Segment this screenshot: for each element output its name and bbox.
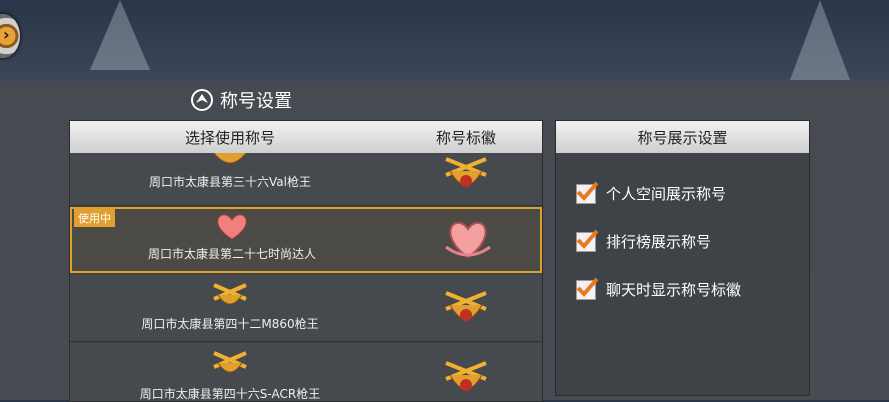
checkmark-icon — [576, 181, 599, 201]
title-row-active[interactable]: 使用中 周口市太康县第二十七时尚达人 — [70, 207, 542, 273]
option-label: 个人空间展示称号 — [606, 185, 727, 203]
crossed-guns-medal-icon — [445, 291, 487, 321]
title-list-panel: 选择使用称号 称号标徽 周口市太康县第三十六Val枪王 使用中 周口市太康县第二… — [69, 120, 543, 402]
title-name: 周口市太康县第四十二M860枪王 — [141, 317, 319, 331]
display-settings-panel: 称号展示设置 个人空间展示称号 排行榜展示称号 聊天时显示称号标徽 — [555, 120, 810, 396]
tree-silhouette — [90, 0, 150, 70]
title-row[interactable]: 周口市太康县第三十六Val枪王 — [70, 153, 542, 206]
heart-medal-icon — [445, 221, 491, 259]
emblem-icon — [191, 89, 213, 111]
title-row[interactable]: 周口市太康县第四十六S-ACR枪王 — [70, 343, 542, 401]
in-use-badge: 使用中 — [74, 209, 115, 227]
option-profile-title[interactable]: 个人空间展示称号 — [576, 181, 727, 204]
col-badge-header: 称号标徽 — [435, 128, 496, 147]
display-settings-header: 称号展示设置 — [556, 121, 809, 153]
crossed-guns-medal-icon — [213, 153, 247, 164]
crossed-guns-medal-icon — [445, 157, 487, 187]
option-chat-badge[interactable]: 聊天时显示称号标徽 — [576, 277, 742, 300]
title-list-header: 选择使用称号 称号标徽 — [70, 121, 542, 153]
checkmark-icon — [576, 229, 599, 249]
checkbox[interactable] — [576, 277, 599, 300]
page-title-text: 称号设置 — [220, 91, 292, 112]
option-leaderboard-title[interactable]: 排行榜展示称号 — [576, 229, 712, 252]
title-row[interactable]: 周口市太康县第四十二M860枪王 — [70, 275, 542, 342]
tree-silhouette — [790, 0, 850, 80]
display-settings-title: 称号展示设置 — [637, 128, 728, 147]
option-label: 排行榜展示称号 — [606, 233, 712, 251]
title-name: 周口市太康县第二十七时尚达人 — [147, 247, 316, 261]
checkmark-icon — [576, 277, 599, 297]
option-label: 聊天时显示称号标徽 — [606, 281, 742, 299]
page-title: 称号设置 — [190, 86, 292, 114]
title-name: 周口市太康县第四十六S-ACR枪王 — [139, 387, 321, 401]
checkbox[interactable] — [576, 229, 599, 252]
title-name: 周口市太康县第三十六Val枪王 — [149, 175, 311, 189]
crossed-guns-medal-icon — [445, 361, 487, 391]
crossed-guns-medal-icon — [213, 283, 247, 305]
heart-medal-icon — [217, 214, 247, 240]
checkbox[interactable] — [576, 181, 599, 204]
col-title-header: 选择使用称号 — [184, 128, 275, 147]
chevron-right-icon: › — [3, 25, 10, 44]
crossed-guns-medal-icon — [213, 351, 247, 373]
